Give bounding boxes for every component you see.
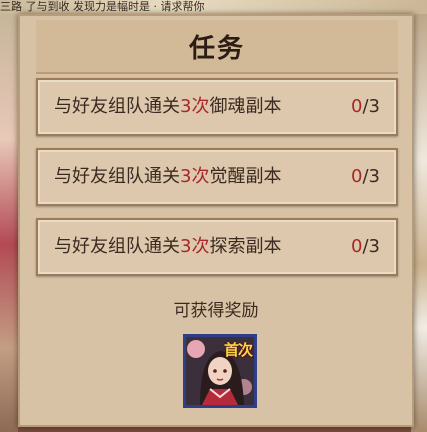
task-prefix: 与好友组队通关 — [54, 166, 180, 187]
task-progress-current: 0 — [351, 236, 363, 257]
task-description: 与好友组队通关3次探索副本 — [54, 220, 281, 274]
task-prefix: 与好友组队通关 — [54, 236, 180, 257]
task-suffix: 探索副本 — [209, 236, 282, 257]
task-count: 3次 — [180, 166, 210, 187]
task-progress: 0/3 — [351, 220, 380, 274]
task-count: 3次 — [180, 236, 210, 257]
task-progress-current: 0 — [351, 96, 363, 117]
task-suffix: 觉醒副本 — [209, 166, 282, 187]
reward-item[interactable]: 首次 — [183, 334, 257, 408]
dialog-title-bar: 任务 — [36, 20, 398, 74]
background-notice-text: 三路 了与到收 发现力是幅时是 · 请求帮你 — [0, 0, 427, 14]
task-prefix: 与好友组队通关 — [54, 96, 180, 117]
task-description: 与好友组队通关3次觉醒副本 — [54, 150, 281, 204]
background-left-strip — [0, 14, 18, 432]
task-progress: 0/3 — [351, 80, 380, 134]
task-dialog: 任务 与好友组队通关3次御魂副本 0/3 与好友组队通关3次觉醒副本 0/3 与… — [18, 14, 414, 427]
task-row: 与好友组队通关3次探索副本 0/3 — [36, 218, 398, 276]
task-progress: 0/3 — [351, 150, 380, 204]
task-progress-total: /3 — [362, 166, 380, 187]
first-clear-badge: 首次 — [223, 341, 253, 359]
task-progress-total: /3 — [362, 236, 380, 257]
task-row: 与好友组队通关3次御魂副本 0/3 — [36, 78, 398, 136]
reward-label: 可获得奖励 — [173, 301, 259, 321]
task-row: 与好友组队通关3次觉醒副本 0/3 — [36, 148, 398, 206]
dialog-title: 任务 — [188, 33, 245, 64]
task-progress-current: 0 — [351, 166, 363, 187]
task-suffix: 御魂副本 — [209, 96, 282, 117]
task-description: 与好友组队通关3次御魂副本 — [54, 80, 281, 134]
task-count: 3次 — [180, 96, 210, 117]
task-progress-total: /3 — [362, 96, 380, 117]
